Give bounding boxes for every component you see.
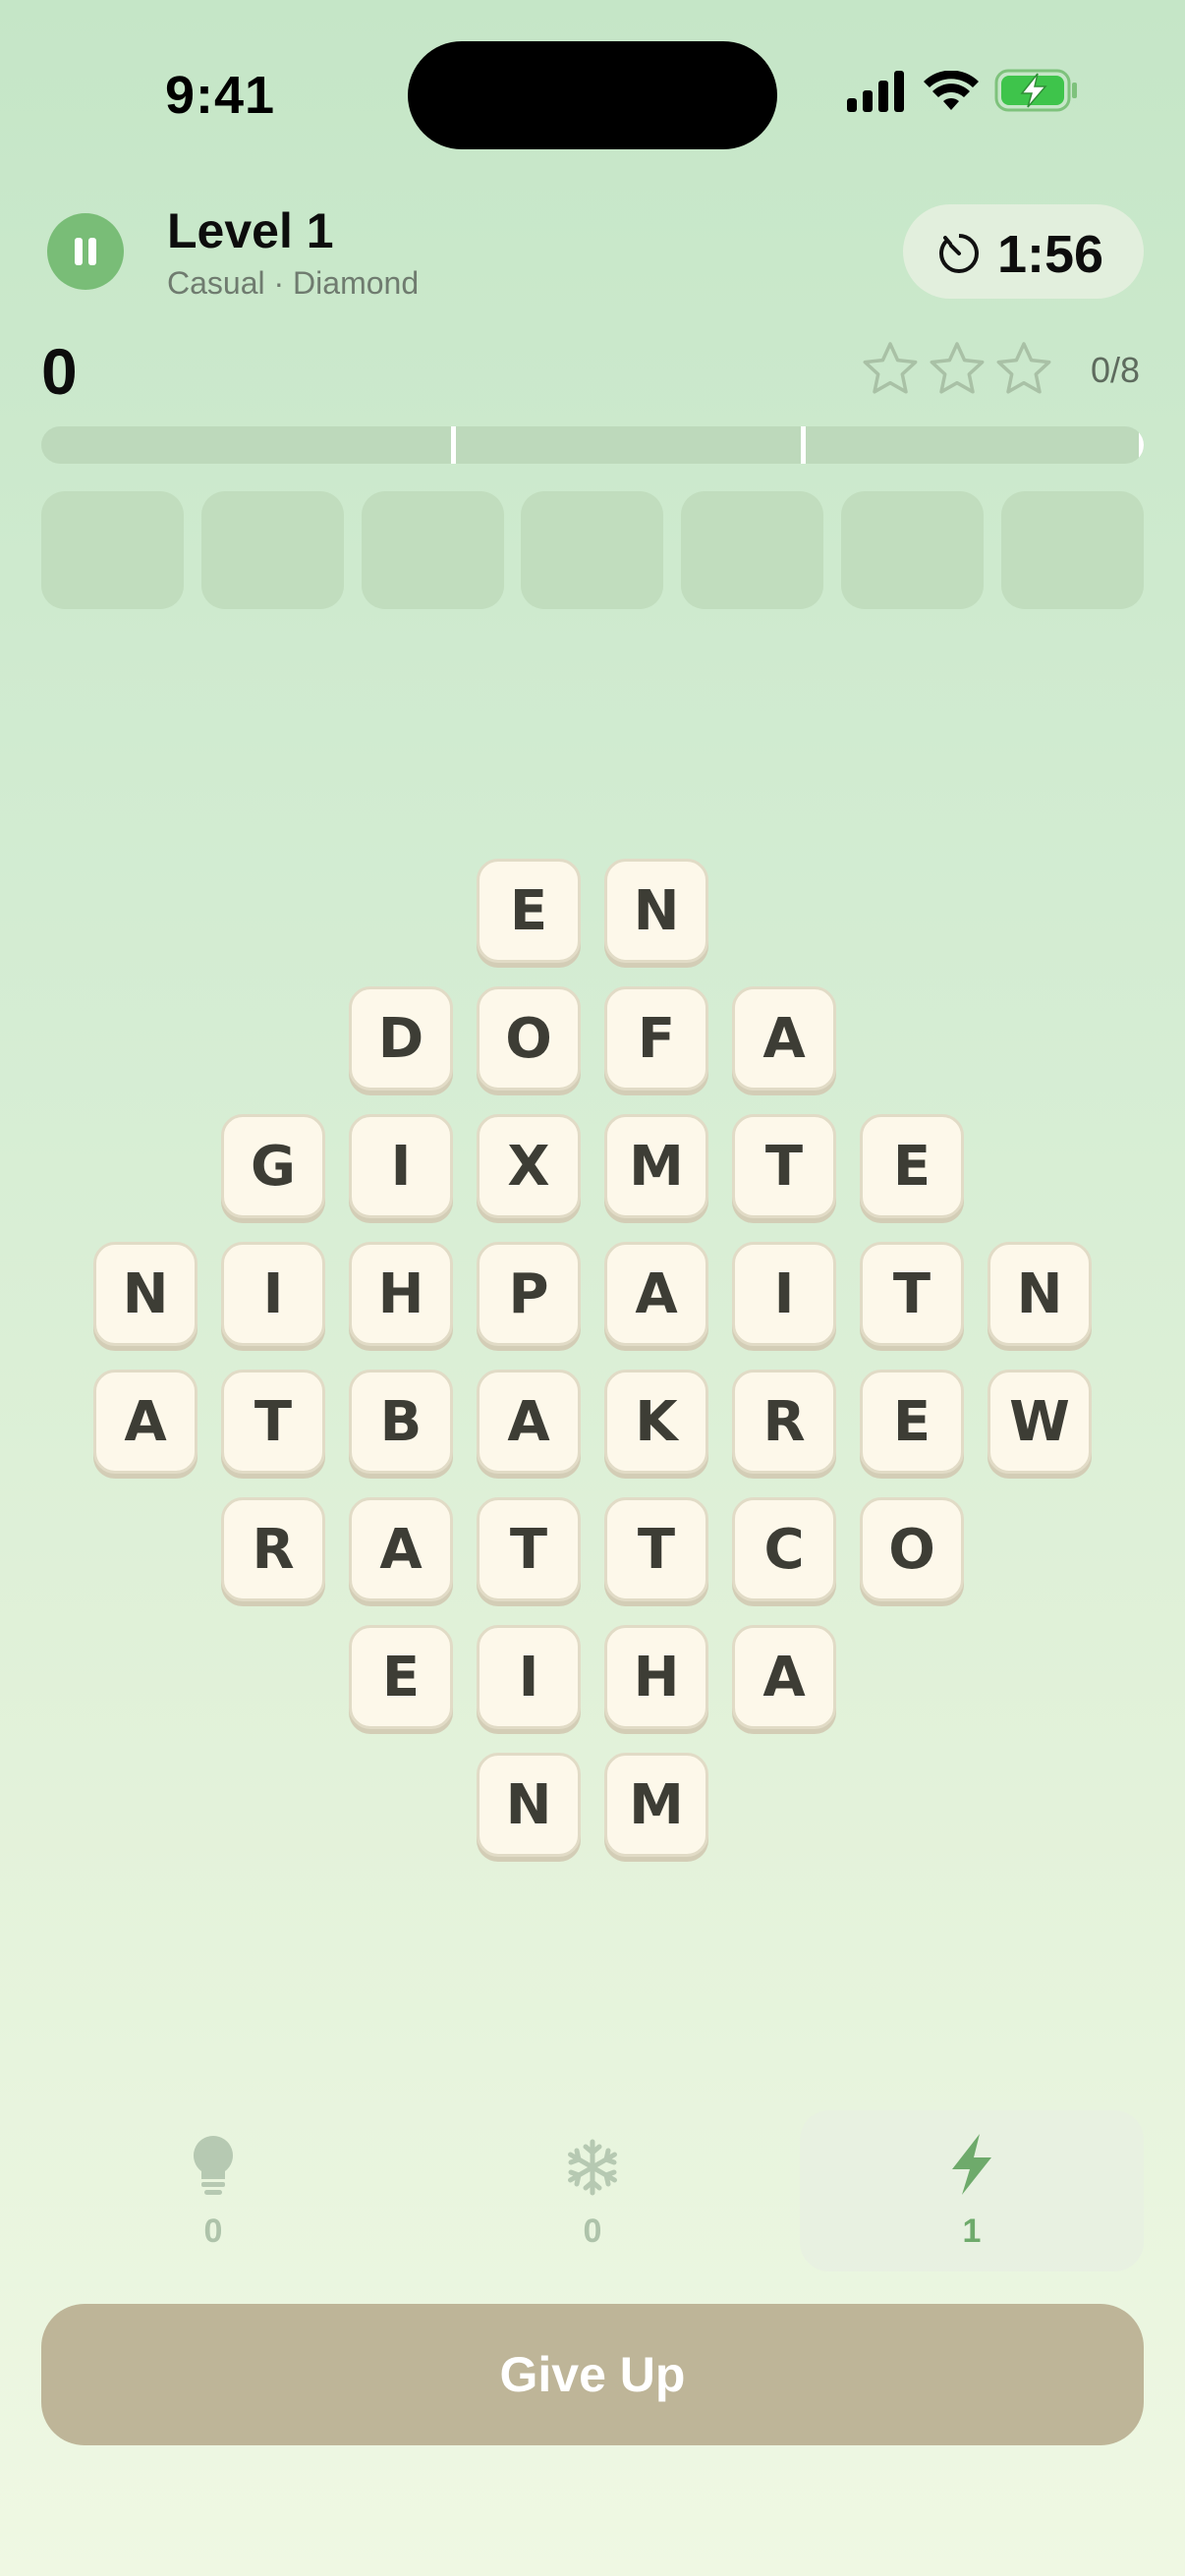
letter-tile[interactable]: R xyxy=(221,1497,325,1601)
letter-tile[interactable]: T xyxy=(604,1497,708,1601)
letter-tile[interactable]: N xyxy=(604,859,708,963)
lightning-icon xyxy=(952,2134,991,2195)
letter-tile[interactable]: O xyxy=(860,1497,964,1601)
letter-tile[interactable]: A xyxy=(604,1242,708,1346)
letter-tile[interactable]: N xyxy=(93,1242,198,1346)
letter-tile[interactable]: E xyxy=(477,859,581,963)
star-icon xyxy=(863,342,918,394)
letter-tile[interactable]: N xyxy=(477,1753,581,1857)
letter-tile[interactable]: F xyxy=(604,986,708,1091)
freeze-powerup[interactable]: 0 xyxy=(421,2110,764,2271)
letter-tile[interactable]: T xyxy=(477,1497,581,1601)
progress-milestone xyxy=(1139,426,1144,464)
letter-tile[interactable]: K xyxy=(604,1370,708,1474)
star-rating xyxy=(861,340,1057,403)
word-slot xyxy=(681,491,823,609)
letter-tile[interactable]: M xyxy=(604,1114,708,1218)
lightbulb-icon xyxy=(194,2136,233,2195)
letter-tile[interactable]: R xyxy=(732,1370,836,1474)
score-value: 0 xyxy=(41,335,78,408)
timer-value: 1:56 xyxy=(997,225,1104,284)
boost-count: 1 xyxy=(962,2212,982,2250)
pause-button[interactable] xyxy=(47,213,124,290)
letter-tile[interactable]: I xyxy=(477,1625,581,1729)
letter-tile[interactable]: H xyxy=(604,1625,708,1729)
letter-tile[interactable]: W xyxy=(988,1370,1092,1474)
letter-tile[interactable]: T xyxy=(860,1242,964,1346)
letter-tile[interactable]: C xyxy=(732,1497,836,1601)
wifi-icon xyxy=(924,71,979,110)
letter-tile[interactable]: N xyxy=(988,1242,1092,1346)
word-slot xyxy=(362,491,504,609)
letter-tile[interactable]: E xyxy=(860,1370,964,1474)
progress-milestone xyxy=(451,426,456,464)
letter-tile[interactable]: T xyxy=(221,1370,325,1474)
letter-tile[interactable]: T xyxy=(732,1114,836,1218)
progress-bar xyxy=(41,426,1144,464)
word-slot xyxy=(1001,491,1144,609)
word-slot xyxy=(201,491,344,609)
letter-tile[interactable]: G xyxy=(221,1114,325,1218)
timer-badge: 1:56 xyxy=(903,204,1144,299)
star-icon xyxy=(930,342,985,394)
letter-tile[interactable]: I xyxy=(732,1242,836,1346)
letter-tile[interactable]: I xyxy=(221,1242,325,1346)
letter-tile[interactable]: A xyxy=(732,1625,836,1729)
letter-tile[interactable]: E xyxy=(860,1114,964,1218)
hint-powerup[interactable]: 0 xyxy=(41,2110,385,2271)
star-icon xyxy=(996,342,1051,394)
letter-tile[interactable]: A xyxy=(93,1370,198,1474)
word-slot xyxy=(521,491,663,609)
give-up-button[interactable]: Give Up xyxy=(41,2304,1144,2445)
letter-tile[interactable]: A xyxy=(732,986,836,1091)
signal-icon xyxy=(847,71,904,112)
letter-tile[interactable]: I xyxy=(349,1114,453,1218)
letter-tile[interactable]: B xyxy=(349,1370,453,1474)
letter-tile[interactable]: A xyxy=(349,1497,453,1601)
letter-tile[interactable]: M xyxy=(604,1753,708,1857)
hint-count: 0 xyxy=(203,2212,223,2250)
letter-tile[interactable]: X xyxy=(477,1114,581,1218)
boost-powerup[interactable]: 1 xyxy=(800,2110,1144,2271)
level-subtitle: Casual · Diamond xyxy=(167,265,420,301)
letter-tile[interactable]: D xyxy=(349,986,453,1091)
letter-tile[interactable]: O xyxy=(477,986,581,1091)
letter-tile[interactable]: H xyxy=(349,1242,453,1346)
letter-tile[interactable]: P xyxy=(477,1242,581,1346)
timer-icon xyxy=(939,233,979,273)
status-icons xyxy=(847,69,1081,120)
snowflake-icon xyxy=(568,2139,617,2196)
freeze-count: 0 xyxy=(583,2212,602,2250)
progress-milestone xyxy=(801,426,806,464)
letter-tile[interactable]: E xyxy=(349,1625,453,1729)
word-slot xyxy=(41,491,184,609)
words-found-count: 0/8 xyxy=(1090,350,1140,390)
status-time: 9:41 xyxy=(165,66,276,125)
level-title: Level 1 xyxy=(167,203,334,258)
battery-icon xyxy=(994,69,1077,112)
word-slot xyxy=(841,491,984,609)
dynamic-island xyxy=(408,41,777,149)
letter-tile[interactable]: A xyxy=(477,1370,581,1474)
